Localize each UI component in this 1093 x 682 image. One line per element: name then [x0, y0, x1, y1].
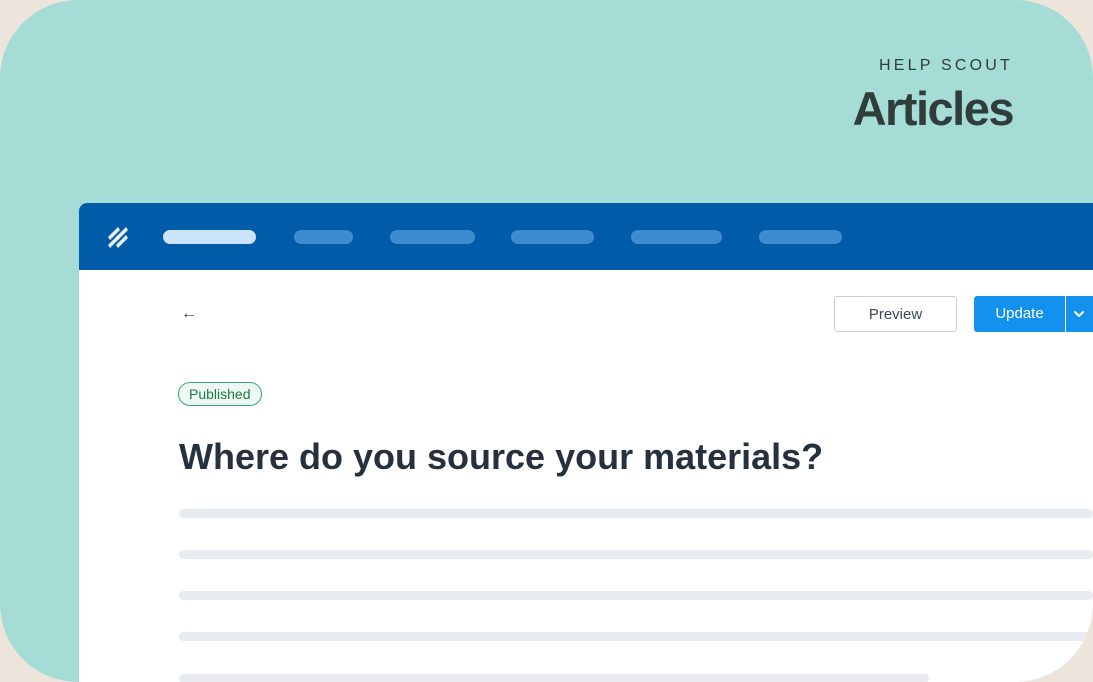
preview-button[interactable]: Preview	[834, 296, 957, 332]
nav-item-3[interactable]	[390, 230, 475, 244]
nav-item-5[interactable]	[631, 230, 722, 244]
status-badge: Published	[178, 382, 262, 406]
content-line-placeholder	[179, 550, 1093, 559]
promo-card: HELP SCOUT Articles ← Preview Update Pub…	[0, 0, 1093, 682]
content-line-placeholder	[179, 509, 1093, 518]
chevron-down-icon	[1074, 311, 1084, 317]
help-scout-logo-icon[interactable]	[105, 223, 131, 251]
update-button[interactable]: Update	[974, 296, 1065, 332]
content-line-placeholder	[179, 632, 1093, 641]
nav-item-2[interactable]	[294, 230, 353, 244]
brand-title: Articles	[852, 82, 1015, 135]
nav-item-1[interactable]	[163, 230, 256, 244]
nav-item-4[interactable]	[511, 230, 594, 244]
back-button[interactable]: ←	[181, 301, 199, 327]
content-line-placeholder	[179, 591, 1093, 600]
brand-header: HELP SCOUT Articles	[852, 56, 1015, 138]
arrow-left-icon: ←	[181, 305, 197, 322]
article-title[interactable]: Where do you source your materials?	[179, 433, 823, 481]
content-line-placeholder	[179, 674, 929, 682]
top-nav-bar	[79, 203, 1093, 270]
app-window: ← Preview Update Published Where do you …	[79, 203, 1093, 682]
update-options-button[interactable]	[1066, 296, 1093, 332]
brand-subtitle: HELP SCOUT	[879, 57, 1013, 74]
nav-item-6[interactable]	[759, 230, 842, 244]
